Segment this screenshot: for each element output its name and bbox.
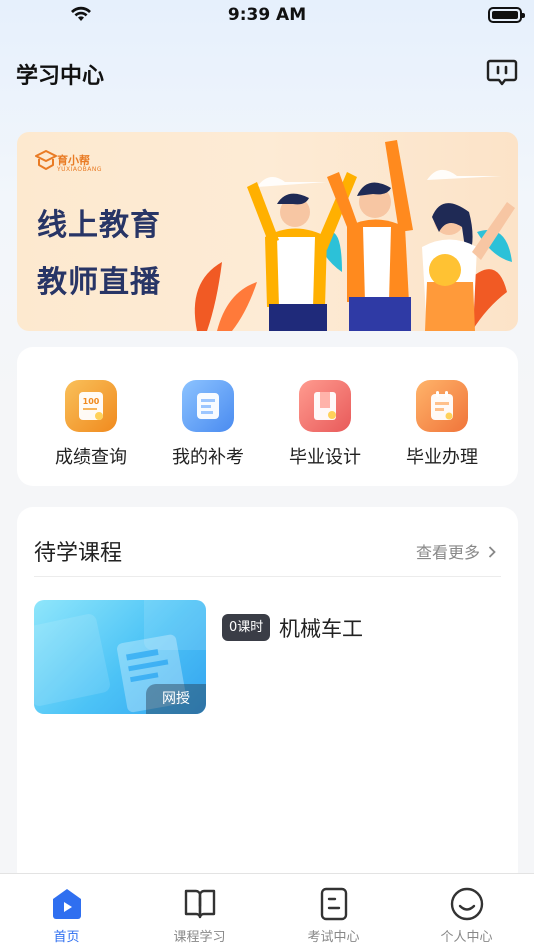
course-type-tag: 网授: [146, 684, 206, 714]
tab-bar: 首页 课程学习 考试中心 个人中心: [0, 873, 534, 950]
quick-label-makeup-exam: 我的补考: [172, 447, 244, 468]
promo-banner[interactable]: 育小帮 YUXIAOBANG 线上教育 教师直播: [17, 132, 518, 331]
see-more-label: 查看更多: [415, 543, 480, 562]
brand-subtitle: YUXIAOBANG: [57, 166, 103, 173]
quick-item-score[interactable]: 100 成绩查询: [41, 380, 141, 475]
pending-courses-card: 待学课程 查看更多 网授 0课时 机械车工: [17, 507, 518, 887]
quick-item-makeup-exam[interactable]: 我的补考: [158, 380, 258, 475]
makeup-exam-icon: [182, 380, 234, 432]
battery-icon: [488, 7, 525, 23]
tab-label-home: 首页: [53, 930, 80, 945]
quick-menu: 100 成绩查询 我的补考 毕业设计 毕业办理: [17, 347, 518, 486]
tab-label-course-study: 课程学习: [173, 930, 226, 945]
section-title: 待学课程: [34, 541, 123, 566]
graduation-icon: [416, 380, 468, 432]
design-icon: [299, 380, 351, 432]
tab-label-exam-center: 考试中心: [307, 930, 360, 945]
page-title: 学习中心: [16, 64, 105, 89]
quick-label-graduation: 毕业办理: [406, 447, 478, 468]
quick-label-design: 毕业设计: [289, 447, 361, 468]
score-icon: 100: [65, 380, 117, 432]
tab-profile[interactable]: 个人中心: [400, 874, 533, 950]
tab-home[interactable]: 首页: [0, 874, 133, 950]
quick-item-graduation[interactable]: 毕业办理: [392, 380, 492, 475]
status-bar: 9:39 AM: [0, 0, 534, 30]
home-icon: [52, 889, 81, 919]
course-thumbnail[interactable]: 网授: [34, 600, 206, 714]
profile-icon: [450, 887, 483, 921]
tab-exam-center[interactable]: 考试中心: [267, 874, 400, 950]
divider: [34, 576, 501, 577]
banner-headline: 线上教育: [37, 208, 161, 243]
book-icon: [184, 889, 215, 919]
tab-course-study[interactable]: 课程学习: [133, 874, 266, 950]
lesson-count-badge: 0课时: [222, 614, 271, 641]
quick-item-design[interactable]: 毕业设计: [275, 380, 375, 475]
tab-label-profile: 个人中心: [440, 930, 493, 945]
chevron-right-icon: [488, 543, 496, 562]
message-icon[interactable]: [486, 56, 518, 88]
banner-subheadline: 教师直播: [37, 265, 161, 300]
exam-icon: [320, 887, 347, 921]
banner-illustration: [194, 140, 515, 331]
course-name[interactable]: 机械车工: [279, 613, 363, 643]
see-more-link[interactable]: 查看更多: [416, 539, 496, 563]
brand-logo-icon: [35, 150, 57, 170]
svg-text:100: 100: [83, 397, 100, 406]
status-time: 9:39 AM: [227, 5, 307, 25]
quick-label-score: 成绩查询: [55, 447, 127, 468]
